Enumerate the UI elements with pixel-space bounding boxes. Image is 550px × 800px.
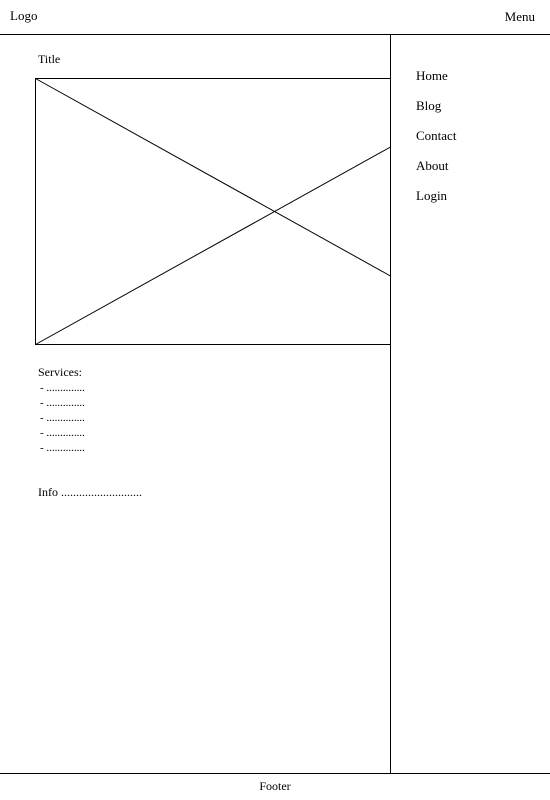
nav-item-about[interactable]: About	[416, 158, 456, 188]
services-list-item: - ..............	[40, 397, 85, 409]
footer-divider	[0, 773, 550, 774]
nav-item-login[interactable]: Login	[416, 188, 456, 218]
logo: Logo	[10, 8, 38, 23]
menu-button[interactable]: Menu	[505, 9, 535, 25]
services-list-item: - ..............	[40, 412, 85, 424]
info-text: Info ...........................	[38, 485, 142, 499]
sidebar-nav: Home Blog Contact About Login	[416, 68, 456, 218]
services-list-item: - ..............	[40, 442, 85, 454]
services-list-item: - ..............	[40, 382, 85, 394]
page-title: Title	[38, 52, 61, 66]
footer: Footer	[259, 779, 291, 793]
services-list: - .............. - .............. - ....…	[40, 381, 85, 456]
header-divider	[0, 34, 550, 35]
services-list-item: - ..............	[40, 427, 85, 439]
nav-item-home[interactable]: Home	[416, 68, 456, 98]
services-heading: Services:	[38, 365, 82, 379]
nav-item-contact[interactable]: Contact	[416, 128, 456, 158]
nav-item-blog[interactable]: Blog	[416, 98, 456, 128]
image-placeholder	[35, 78, 391, 345]
